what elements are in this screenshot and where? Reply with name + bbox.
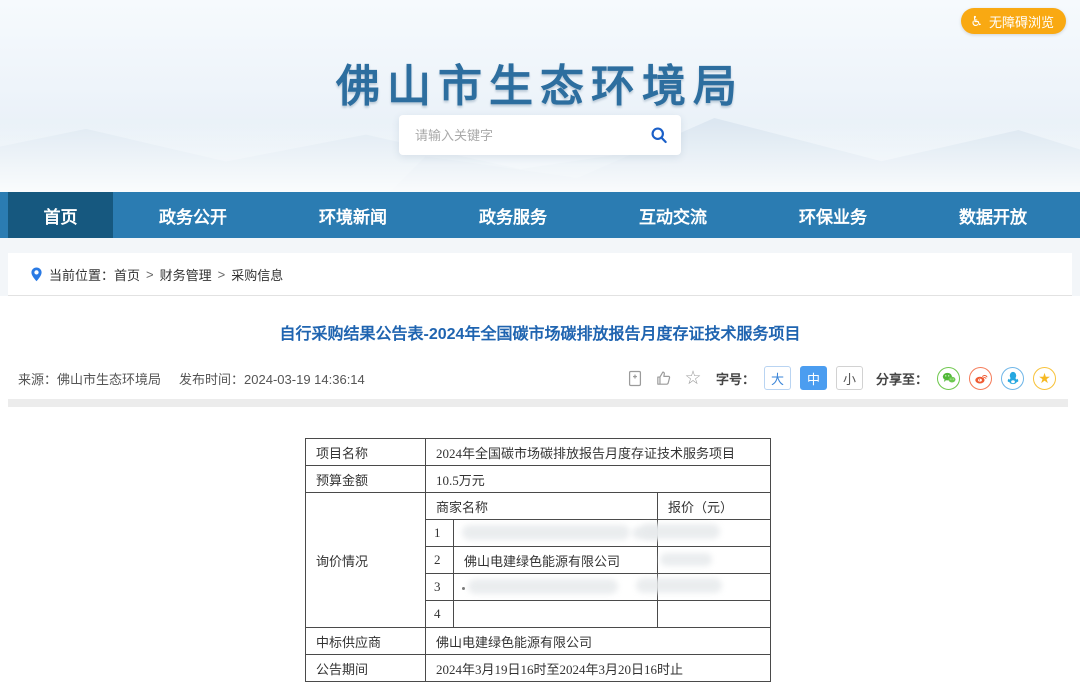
qzone-star-glyph: ★ xyxy=(1038,371,1051,385)
project-name-label: 项目名称 xyxy=(306,439,426,466)
bookmark-plus-icon[interactable] xyxy=(625,368,645,388)
vendor-name: 佛山电建绿色能源有限公司 xyxy=(454,547,658,574)
table-row: 询价情况 商家名称 报价（元） xyxy=(306,493,771,520)
winner-value: 佛山电建绿色能源有限公司 xyxy=(426,628,771,655)
wheelchair-icon: ♿ xyxy=(970,14,983,28)
breadcrumb-finance[interactable]: 财务管理 xyxy=(160,265,212,284)
time-value: 2024-03-19 14:36:14 xyxy=(244,372,365,387)
breadcrumb-separator: > xyxy=(218,267,226,282)
table-row: 项目名称 2024年全国碳市场碳排放报告月度存证技术服务项目 xyxy=(306,439,771,466)
vendor-row-number: 1 xyxy=(426,520,454,547)
nav-item-interaction[interactable]: 互动交流 xyxy=(593,192,753,238)
nav-item-gov-services[interactable]: 政务服务 xyxy=(433,192,593,238)
nav-item-gov-disclosure[interactable]: 政务公开 xyxy=(113,192,273,238)
vendor-name-redacted xyxy=(454,520,658,547)
budget-label: 预算金额 xyxy=(306,466,426,493)
quote-redacted xyxy=(658,574,771,601)
procurement-table: 项目名称 2024年全国碳市场碳排放报告月度存证技术服务项目 预算金额 10.5… xyxy=(305,438,771,682)
project-name-value: 2024年全国碳市场碳排放报告月度存证技术服务项目 xyxy=(426,439,771,466)
article-panel: 自行采购结果公告表-2024年全国碳市场碳排放报告月度存证技术服务项目 来源：佛… xyxy=(0,296,1080,685)
inquiry-label: 询价情况 xyxy=(306,493,426,628)
nav-item-env-business[interactable]: 环保业务 xyxy=(753,192,913,238)
quote-header: 报价（元） xyxy=(658,493,771,520)
nav-item-open-data[interactable]: 数据开放 xyxy=(913,192,1073,238)
source-value: 佛山市生态环境局 xyxy=(57,372,161,387)
breadcrumb-procurement[interactable]: 采购信息 xyxy=(231,265,283,284)
font-size-small-button[interactable]: 小 xyxy=(836,366,863,390)
breadcrumb-prefix: 当前位置： xyxy=(49,265,114,284)
article-meta: 来源：佛山市生态环境局 发布时间：2024-03-19 14:36:14 ☆ 字号… xyxy=(0,364,1080,392)
wechat-share-icon[interactable] xyxy=(937,367,960,390)
breadcrumb: 当前位置： 首页 > 财务管理 > 采购信息 xyxy=(8,253,1072,296)
site-title: 佛山市生态环境局 xyxy=(0,50,1080,114)
search-box xyxy=(399,115,681,155)
breadcrumb-separator: > xyxy=(146,267,154,282)
accessibility-button[interactable]: ♿ 无障碍浏览 xyxy=(961,8,1066,34)
qq-share-icon[interactable] xyxy=(1001,367,1024,390)
weibo-share-icon[interactable] xyxy=(969,367,992,390)
source-label: 来源： xyxy=(18,372,57,387)
search-button[interactable] xyxy=(637,115,681,155)
quote-empty xyxy=(658,601,771,628)
time-label: 发布时间： xyxy=(179,372,244,387)
share-label: 分享至： xyxy=(876,369,928,388)
budget-value: 10.5万元 xyxy=(426,466,771,493)
nav-item-home[interactable]: 首页 xyxy=(8,192,113,238)
article-toolbar: ☆ 字号： 大 中 小 分享至： xyxy=(625,364,1056,392)
winner-label: 中标供应商 xyxy=(306,628,426,655)
period-label: 公告期间 xyxy=(306,655,426,682)
font-size-medium-button[interactable]: 中 xyxy=(800,366,827,390)
section-divider xyxy=(8,399,1068,407)
font-size-large-button[interactable]: 大 xyxy=(764,366,791,390)
thumbs-up-icon[interactable] xyxy=(654,368,674,388)
quote-redacted xyxy=(658,520,771,547)
nav-item-env-news[interactable]: 环境新闻 xyxy=(273,192,433,238)
quote-redacted xyxy=(658,547,771,574)
table-row: 预算金额 10.5万元 xyxy=(306,466,771,493)
redaction-smudge xyxy=(660,553,712,566)
breadcrumb-home[interactable]: 首页 xyxy=(114,265,140,284)
vendor-name-header: 商家名称 xyxy=(426,493,658,520)
vendor-row-number: 2 xyxy=(426,547,454,574)
vendor-name-empty xyxy=(454,601,658,628)
main-nav: 首页 政务公开 环境新闻 政务服务 互动交流 环保业务 数据开放 xyxy=(0,192,1080,238)
table-row: 公告期间 2024年3月19日16时至2024年3月20日16时止 xyxy=(306,655,771,682)
accessibility-label: 无障碍浏览 xyxy=(989,12,1054,31)
vendor-row-number: 3 xyxy=(426,574,454,601)
vendor-name-redacted xyxy=(454,574,658,601)
article-meta-left: 来源：佛山市生态环境局 发布时间：2024-03-19 14:36:14 xyxy=(18,369,365,388)
table-row: 中标供应商 佛山电建绿色能源有限公司 xyxy=(306,628,771,655)
search-input[interactable] xyxy=(399,128,637,143)
period-value: 2024年3月19日16时至2024年3月20日16时止 xyxy=(426,655,771,682)
redaction-smudge xyxy=(462,525,630,540)
font-size-label: 字号： xyxy=(716,369,755,388)
qzone-share-icon[interactable]: ★ xyxy=(1033,367,1056,390)
redaction-dot xyxy=(462,587,465,590)
location-pin-icon xyxy=(30,267,43,282)
star-icon[interactable]: ☆ xyxy=(683,368,703,388)
article-title: 自行采购结果公告表-2024年全国碳市场碳排放报告月度存证技术服务项目 xyxy=(0,320,1080,344)
search-icon xyxy=(649,125,669,145)
redaction-smudge xyxy=(468,579,618,594)
vendor-row-number: 4 xyxy=(426,601,454,628)
